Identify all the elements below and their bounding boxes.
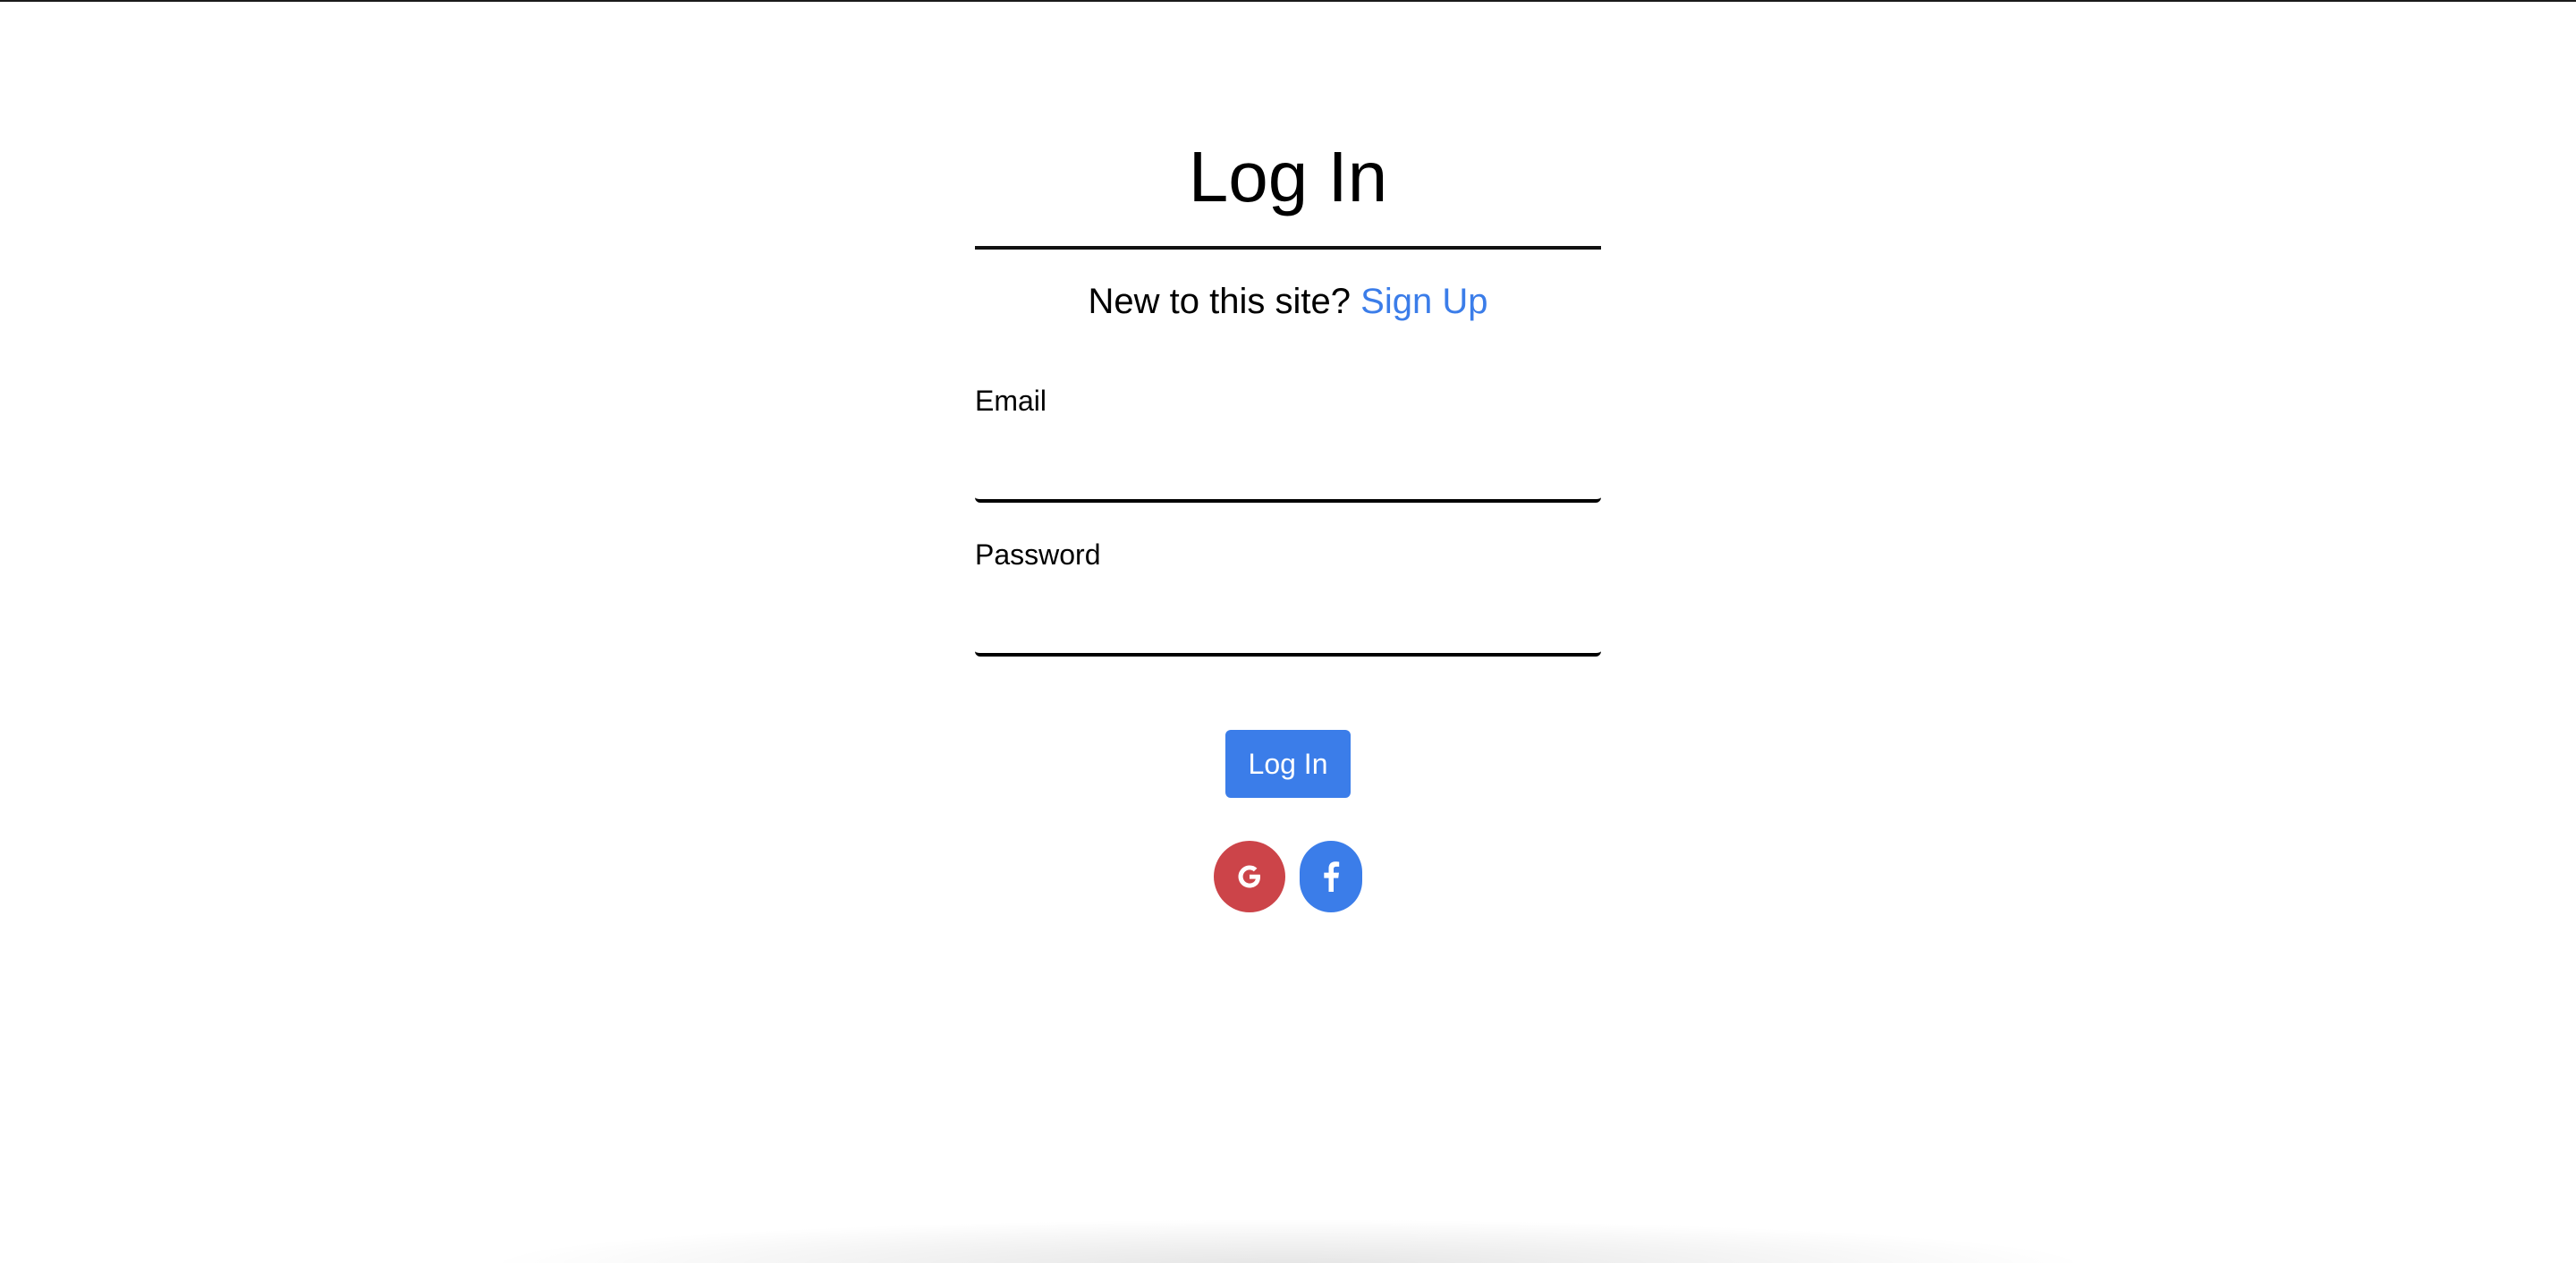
bottom-shadow (501, 1220, 2075, 1263)
page-title: Log In (1188, 137, 1388, 216)
facebook-icon (1322, 861, 1340, 892)
title-divider (975, 246, 1601, 250)
google-login-button[interactable] (1214, 841, 1285, 912)
password-field[interactable] (975, 603, 1601, 657)
login-button[interactable]: Log In (1225, 730, 1351, 798)
facebook-login-button[interactable] (1300, 841, 1362, 912)
signup-prompt-text: New to this site? (1088, 282, 1352, 321)
signup-link[interactable]: Sign Up (1360, 282, 1487, 321)
email-label: Email (975, 385, 1047, 417)
google-icon (1234, 861, 1265, 892)
signup-prompt: New to this site? Sign Up (975, 279, 1601, 324)
password-label: Password (975, 538, 1101, 571)
login-page: Log In New to this site? Sign Up Email P… (0, 0, 2576, 1263)
email-field[interactable] (975, 449, 1601, 503)
